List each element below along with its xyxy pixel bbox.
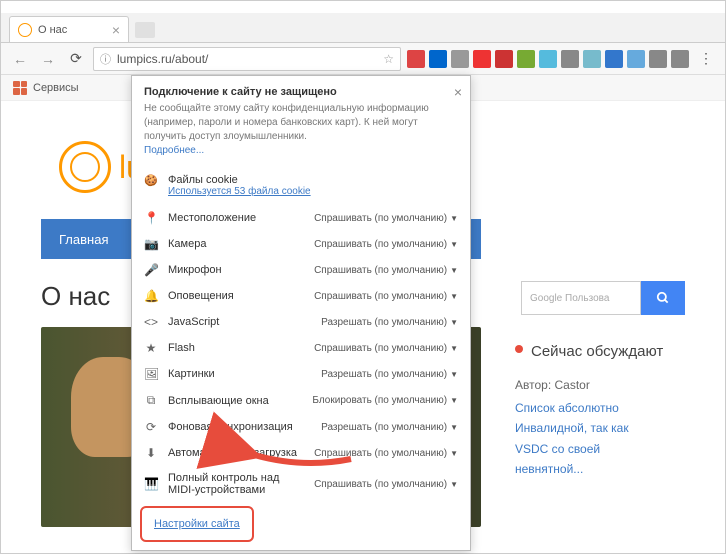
permission-row: <> JavaScript Разрешать (по умолчанию) ▼ [132, 309, 470, 335]
permission-row: 🎤 Микрофон Спрашивать (по умолчанию) ▼ [132, 257, 470, 283]
extension-icon[interactable] [583, 50, 601, 68]
permission-label: Flash [168, 342, 304, 354]
page-title: О нас [41, 281, 110, 312]
search-icon [656, 291, 670, 305]
browser-tab[interactable]: О нас × [9, 16, 129, 42]
extension-icon[interactable] [539, 50, 557, 68]
permission-value-dropdown[interactable]: Спрашивать (по умолчанию) ▼ [314, 343, 458, 354]
security-info-icon[interactable]: ⓘ [100, 51, 111, 67]
favicon-icon [18, 23, 32, 37]
permission-icon: ★ [144, 341, 158, 355]
comment-author: Автор: Castor [515, 378, 685, 392]
permission-icon: 📍 [144, 211, 158, 225]
popup-description: Не сообщайте этому сайту конфиденциальну… [144, 102, 458, 144]
popup-close-button[interactable]: × [454, 84, 462, 100]
cookie-icon: 🍪 [144, 174, 158, 187]
sidebar-link[interactable]: Инвалидной, так как [515, 418, 685, 438]
omnibox[interactable]: ⓘ lumpics.ru/about/ ☆ [93, 47, 401, 71]
popup-title: Подключение к сайту не защищено [144, 86, 458, 98]
apps-icon[interactable] [13, 81, 27, 95]
bookmark-star-icon[interactable]: ☆ [383, 52, 394, 66]
permission-icon: ⟳ [144, 420, 158, 434]
permission-icon: 🎤 [144, 263, 158, 277]
annotation-arrow [241, 439, 361, 484]
live-dot-icon [515, 345, 523, 353]
permission-value-dropdown[interactable]: Разрешать (по умолчанию) ▼ [321, 369, 458, 380]
search-input[interactable]: Google Пользова [521, 281, 641, 315]
permission-icon: ⬇ [144, 446, 158, 460]
permission-icon: 🔔 [144, 289, 158, 303]
sidebar: Сейчас обсуждают Автор: Castor Список аб… [515, 341, 685, 480]
permission-row: 📷 Камера Спрашивать (по умолчанию) ▼ [132, 231, 470, 257]
extension-icon[interactable] [671, 50, 689, 68]
bookmarks-services[interactable]: Сервисы [33, 82, 79, 94]
nav-reload-button[interactable]: ⟳ [65, 48, 87, 70]
new-tab-button[interactable] [135, 22, 155, 38]
cookies-section: 🍪 Файлы cookie Используется 53 файла coo… [132, 166, 470, 205]
permission-value-dropdown[interactable]: Разрешать (по умолчанию) ▼ [321, 422, 458, 433]
permission-row: 🖼 Картинки Разрешать (по умолчанию) ▼ [132, 361, 470, 387]
extension-icon[interactable] [429, 50, 447, 68]
permission-value-dropdown[interactable]: Спрашивать (по умолчанию) ▼ [314, 213, 458, 224]
sidebar-link[interactable]: Список абсолютно [515, 398, 685, 418]
permission-row: 📍 Местоположение Спрашивать (по умолчани… [132, 205, 470, 231]
sidebar-heading: Сейчас обсуждают [515, 341, 685, 362]
extension-icon[interactable] [407, 50, 425, 68]
permission-value-dropdown[interactable]: Спрашивать (по умолчанию) ▼ [314, 265, 458, 276]
permission-row: ★ Flash Спрашивать (по умолчанию) ▼ [132, 335, 470, 361]
menu-button[interactable]: ⋮ [695, 48, 717, 70]
search-button[interactable] [641, 281, 685, 315]
url-text: lumpics.ru/about/ [117, 52, 377, 66]
permission-icon: 🎹 [144, 477, 158, 491]
cookies-link[interactable]: Используется 53 файла cookie [168, 186, 311, 197]
permission-row: 🔔 Оповещения Спрашивать (по умолчанию) ▼ [132, 283, 470, 309]
extension-icon[interactable] [451, 50, 469, 68]
permission-label: Микрофон [168, 264, 304, 276]
search-box: Google Пользова [521, 281, 685, 315]
extensions-row [407, 50, 689, 68]
site-settings-link[interactable]: Настройки сайта [154, 518, 240, 530]
nav-home-link[interactable]: Главная [59, 232, 108, 247]
permission-label: JavaScript [168, 316, 311, 328]
permission-label: Фоновая синхронизация [168, 421, 311, 433]
permission-label: Всплывающие окна [168, 395, 302, 407]
permission-row: ⟳ Фоновая синхронизация Разрешать (по ум… [132, 414, 470, 440]
permission-label: Местоположение [168, 212, 304, 224]
nav-forward-button: → [37, 48, 59, 70]
address-bar: ← → ⟳ ⓘ lumpics.ru/about/ ☆ ⋮ [1, 43, 725, 75]
extension-icon[interactable] [605, 50, 623, 68]
permission-label: Оповещения [168, 290, 304, 302]
extension-icon[interactable] [627, 50, 645, 68]
permission-row: ⧉ Всплывающие окна Блокировать (по умолч… [132, 387, 470, 414]
logo-icon [59, 141, 111, 193]
permission-icon: 🖼 [144, 367, 158, 381]
sidebar-link[interactable]: VSDC со своей [515, 439, 685, 459]
permission-value-dropdown[interactable]: Спрашивать (по умолчанию) ▼ [314, 291, 458, 302]
tab-bar: О нас × [1, 13, 725, 43]
permission-icon: ⧉ [144, 393, 158, 408]
permission-label: Картинки [168, 368, 311, 380]
tab-title: О нас [38, 24, 67, 36]
cookies-title: Файлы cookie [168, 174, 311, 186]
extension-icon[interactable] [561, 50, 579, 68]
permission-icon: <> [144, 315, 158, 329]
permission-label: Камера [168, 238, 304, 250]
nav-back-button[interactable]: ← [9, 48, 31, 70]
extension-icon[interactable] [517, 50, 535, 68]
permission-value-dropdown[interactable]: Разрешать (по умолчанию) ▼ [321, 317, 458, 328]
extension-icon[interactable] [473, 50, 491, 68]
extension-icon[interactable] [649, 50, 667, 68]
permission-value-dropdown[interactable]: Блокировать (по умолчанию) ▼ [312, 395, 458, 406]
extension-icon[interactable] [495, 50, 513, 68]
permission-value-dropdown[interactable]: Спрашивать (по умолчанию) ▼ [314, 239, 458, 250]
permission-icon: 📷 [144, 237, 158, 251]
site-settings-highlight: Настройки сайта [140, 506, 254, 542]
sidebar-link[interactable]: невнятной... [515, 459, 685, 479]
popup-more-link[interactable]: Подробнее... [144, 145, 204, 156]
tab-close-button[interactable]: × [112, 22, 120, 38]
